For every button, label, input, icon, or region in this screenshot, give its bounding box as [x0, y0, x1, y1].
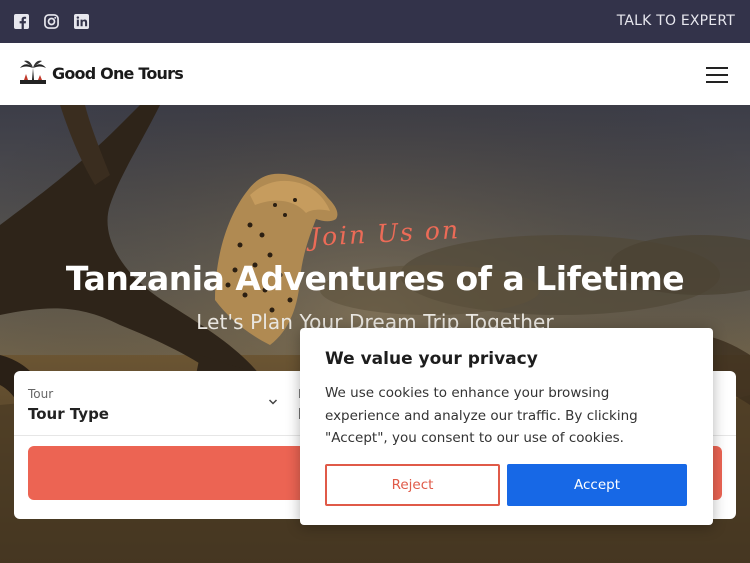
tour-type-label: Tour	[28, 387, 54, 401]
accept-button[interactable]: Accept	[507, 464, 687, 506]
hero-title: Tanzania Adventures of a Lifetime	[65, 259, 685, 298]
brand-name: Good One Tours	[52, 63, 184, 83]
facebook-icon[interactable]	[14, 14, 29, 29]
instagram-icon[interactable]	[44, 14, 59, 29]
tour-type-select[interactable]: Tour Tour Type	[28, 387, 278, 427]
hamburger-icon[interactable]	[706, 67, 728, 83]
site-header: Good One Tours	[0, 43, 750, 105]
cookie-body: We use cookies to enhance your browsing …	[325, 385, 638, 446]
tour-type-value: Tour Type	[28, 405, 109, 423]
cookie-consent-dialog: We value your privacy We use cookies to …	[300, 328, 713, 525]
cookie-title: We value your privacy	[325, 349, 538, 369]
linkedin-icon[interactable]	[74, 14, 89, 29]
chevron-down-icon	[268, 399, 278, 405]
talk-to-expert-link[interactable]: TALK TO EXPERT	[617, 13, 735, 29]
site-logo[interactable]: Good One Tours	[18, 57, 184, 89]
palm-tree-logo-icon	[20, 60, 46, 84]
reject-button[interactable]: Reject	[325, 464, 500, 506]
top-bar: TALK TO EXPERT	[0, 0, 750, 43]
